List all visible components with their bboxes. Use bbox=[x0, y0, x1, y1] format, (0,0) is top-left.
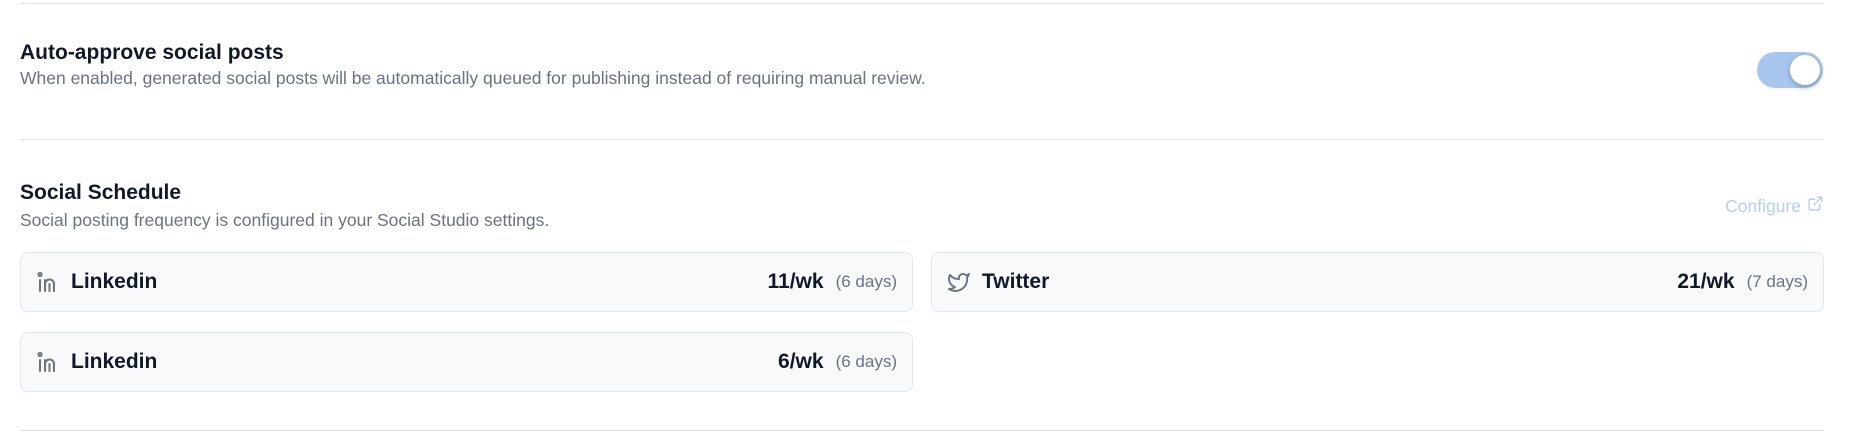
linkedin-icon bbox=[36, 270, 60, 294]
channel-days: (6 days) bbox=[835, 352, 897, 371]
external-link-icon bbox=[1807, 195, 1824, 217]
social-schedule-description: Social posting frequency is configured i… bbox=[20, 210, 550, 230]
twitter-icon bbox=[947, 270, 971, 294]
channel-name: Twitter bbox=[982, 270, 1050, 293]
linkedin-icon bbox=[36, 350, 60, 374]
section-divider-top bbox=[20, 3, 1824, 4]
auto-approve-description: When enabled, generated social posts wil… bbox=[20, 68, 926, 88]
schedule-card-linkedin: Linkedin 11/wk (6 days) bbox=[20, 252, 913, 312]
toggle-knob bbox=[1790, 55, 1820, 85]
auto-approve-title: Auto-approve social posts bbox=[20, 41, 284, 64]
channel-days: (7 days) bbox=[1746, 272, 1808, 291]
configure-link[interactable]: Configure bbox=[1725, 195, 1824, 217]
channel-rate: 21/wk bbox=[1677, 270, 1735, 293]
channel-days: (6 days) bbox=[835, 272, 897, 291]
auto-approve-toggle[interactable] bbox=[1757, 52, 1823, 88]
schedule-card-linkedin: Linkedin 6/wk (6 days) bbox=[20, 332, 913, 392]
configure-label: Configure bbox=[1725, 195, 1801, 216]
channel-rate: 11/wk bbox=[767, 270, 824, 293]
section-divider-bottom bbox=[20, 430, 1824, 431]
social-schedule-title: Social Schedule bbox=[20, 181, 182, 204]
channel-rate: 6/wk bbox=[778, 350, 824, 373]
schedule-card-twitter: Twitter 21/wk (7 days) bbox=[931, 252, 1824, 312]
channel-name: Linkedin bbox=[71, 270, 158, 293]
section-divider bbox=[20, 139, 1824, 140]
channel-name: Linkedin bbox=[71, 350, 158, 373]
